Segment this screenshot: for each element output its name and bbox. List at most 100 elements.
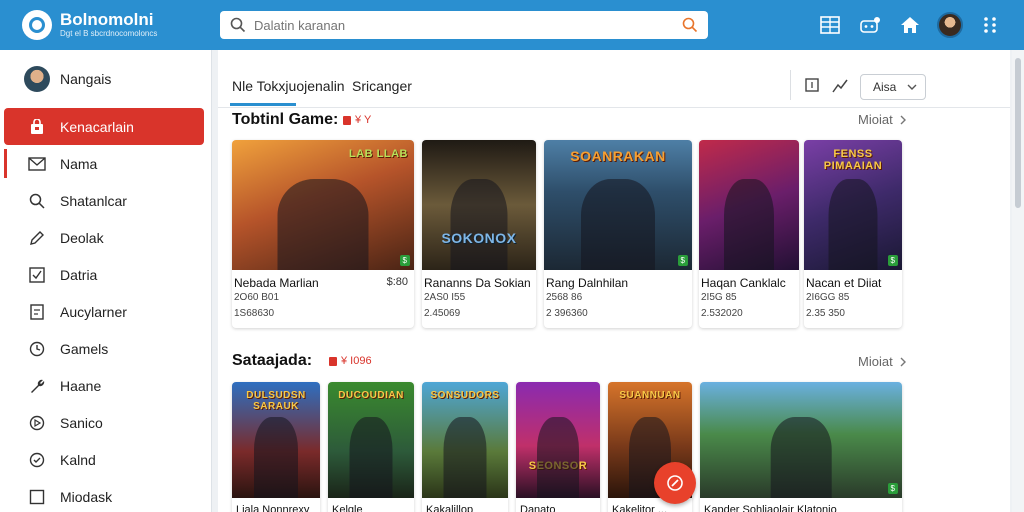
- sidebar-item-7[interactable]: Haane: [0, 367, 212, 404]
- more-link-top-games[interactable]: Mioiat: [858, 112, 907, 127]
- sidebar-item-4[interactable]: Datria: [0, 256, 212, 293]
- sidebar-item-1[interactable]: Nama: [0, 145, 212, 182]
- game-name: Danato: [520, 504, 556, 512]
- game-card[interactable]: $ Kapder Sohliaolair Klatonio: [700, 382, 902, 512]
- game-cover: SOANRAKAN $: [544, 140, 692, 270]
- sidebar-item-label: Haane: [60, 377, 102, 394]
- search-bar: [220, 11, 708, 39]
- sidebar-item-label: Aucylarner: [60, 303, 127, 320]
- game-meta: 2I5G 85: [701, 292, 737, 303]
- tab-primary[interactable]: Nle Tokxjuojenalin: [232, 78, 345, 94]
- grid-list-icon[interactable]: [810, 12, 850, 38]
- bag-icon: [28, 118, 46, 136]
- filter-select-value: Aisa: [873, 80, 897, 94]
- brand-subtitle: Dgt el B sbcrdnocomoloncs: [60, 29, 158, 38]
- more-link-featured[interactable]: Mioiat: [858, 354, 907, 369]
- mail-icon: [28, 155, 46, 173]
- sidebar-item-10[interactable]: Miodask: [0, 478, 212, 512]
- scrollbar[interactable]: [1012, 50, 1024, 512]
- game-card[interactable]: SONSUDORS Kakalillop: [422, 382, 508, 512]
- tab-secondary[interactable]: Sricanger: [352, 78, 412, 94]
- game-meta: 2.532020: [701, 308, 743, 319]
- apps-icon[interactable]: [970, 12, 1010, 38]
- game-name: Haqan Canklalc: [701, 276, 786, 290]
- chart-icon[interactable]: [830, 76, 850, 96]
- section-title-top-games: Tobtinl Game:: [232, 111, 339, 128]
- brand-logo-icon: [22, 10, 52, 40]
- section-tag-text: ¥ Y: [355, 114, 372, 126]
- game-name: Kelqle: [332, 504, 363, 512]
- sidebar: Nangais Kenacarlain Nama Shatanlcar Deol…: [0, 50, 212, 512]
- cover-title: DUCOUDIAN: [338, 390, 404, 401]
- controller-icon[interactable]: [850, 12, 890, 38]
- game-meta: 2I6GG 85: [806, 292, 850, 303]
- sidebar-item-label: Kalnd: [60, 451, 96, 468]
- sidebar-item-label: Sanico: [60, 414, 103, 431]
- sidebar-item-2[interactable]: Shatanlcar: [0, 182, 212, 219]
- game-card[interactable]: FENSS PIMAAIAN $ Nacan et Diiat 2I6GG 85…: [804, 140, 902, 328]
- bookmark-icon[interactable]: [802, 76, 822, 96]
- scrollbar-thumb[interactable]: [1015, 58, 1021, 208]
- game-card[interactable]: LAB LLAB $ Nebada Marlian $:80 2O60 B01 …: [232, 140, 414, 328]
- sub-header: Nle Tokxjuojenalin Sricanger Aisa: [218, 58, 1010, 108]
- sidebar-nav: Kenacarlain Nama Shatanlcar Deolak Datri…: [0, 108, 212, 512]
- floating-action-button[interactable]: [654, 462, 696, 504]
- cover-title: DULSUDSN SARAUK: [246, 390, 306, 412]
- sidebar-item-label: Gamels: [60, 340, 109, 357]
- section-title-featured: Sataajada:: [232, 352, 313, 369]
- sidebar-item-8[interactable]: Sanico: [0, 404, 212, 441]
- sidebar-item-label: Deolak: [60, 229, 104, 246]
- brand[interactable]: Bolnomolni Dgt el B sbcrdnocomoloncs: [22, 10, 157, 40]
- search-icon: [230, 17, 246, 33]
- game-cover: [699, 140, 799, 270]
- sidebar-item-6[interactable]: Gamels: [0, 330, 212, 367]
- game-meta: 2.35 350: [806, 308, 845, 319]
- filter-select[interactable]: Aisa: [860, 74, 926, 100]
- game-name: Kakalillop: [426, 504, 474, 512]
- cover-title: SONSUDORS: [430, 390, 500, 401]
- search-input[interactable]: [254, 17, 674, 33]
- sidebar-item-0[interactable]: Kenacarlain: [4, 108, 204, 145]
- game-meta: 2.45069: [424, 308, 461, 319]
- game-card[interactable]: DULSUDSN SARAUK Liala Nonnrexy: [232, 382, 320, 512]
- game-card[interactable]: SEONSOR Danato: [516, 382, 600, 512]
- sidebar-item-9[interactable]: Kalnd: [0, 441, 212, 478]
- sidebar-item-5[interactable]: Aucylarner: [0, 293, 212, 330]
- search-icon: [28, 192, 46, 210]
- search-submit-icon[interactable]: [682, 17, 698, 33]
- game-name: Rananns Da Sokian: [424, 276, 531, 290]
- game-name: Rang Dalnhilan: [546, 276, 629, 290]
- top-bar: Bolnomolni Dgt el B sbcrdnocomoloncs: [0, 0, 1024, 50]
- main-content: Nle Tokxjuojenalin Sricanger Aisa Tobtin…: [218, 50, 1010, 512]
- sidebar-item-label: Nama: [60, 155, 98, 172]
- checkbox-icon: [28, 266, 46, 284]
- user-profile[interactable]: Nangais: [24, 66, 111, 92]
- cover-title: SOKONOX: [441, 230, 517, 246]
- pencil-icon: [28, 229, 46, 247]
- game-card[interactable]: Haqan Canklalc 2I5G 85 2.532020: [699, 140, 799, 328]
- tag-icon: [329, 357, 337, 366]
- sidebar-item-label: Miodask: [60, 488, 113, 505]
- wrench-icon: [28, 377, 46, 395]
- cover-title: SOANRAKAN: [570, 148, 666, 164]
- game-cover: LAB LLAB $: [232, 140, 414, 270]
- active-tab-indicator: [230, 103, 296, 106]
- home-icon[interactable]: [890, 12, 930, 38]
- game-cover: FENSS PIMAAIAN $: [804, 140, 902, 270]
- game-card[interactable]: SOKONOX Rananns Da Sokian 2AS0 I55 2.450…: [422, 140, 536, 328]
- more-link-label: Mioiat: [858, 112, 893, 127]
- game-cover: DULSUDSN SARAUK: [232, 382, 320, 498]
- profile-avatar[interactable]: [930, 12, 970, 38]
- game-meta: 2 396360: [546, 308, 588, 319]
- user-name: Nangais: [60, 71, 112, 87]
- game-cover: SEONSOR: [516, 382, 600, 498]
- cover-title: LAB LLAB: [349, 148, 408, 160]
- sidebar-item-label: Datria: [60, 266, 98, 283]
- game-name: Kapder Sohliaolair Klatonio: [704, 504, 837, 512]
- game-name: Kakelitor ...: [612, 504, 668, 512]
- game-card[interactable]: DUCOUDIAN Kelqle: [328, 382, 414, 512]
- sidebar-item-3[interactable]: Deolak: [0, 219, 212, 256]
- more-link-label: Mioiat: [858, 354, 893, 369]
- game-meta: 1S68630: [234, 308, 275, 319]
- game-card[interactable]: SOANRAKAN $ Rang Dalnhilan 2568 86 2 396…: [544, 140, 692, 328]
